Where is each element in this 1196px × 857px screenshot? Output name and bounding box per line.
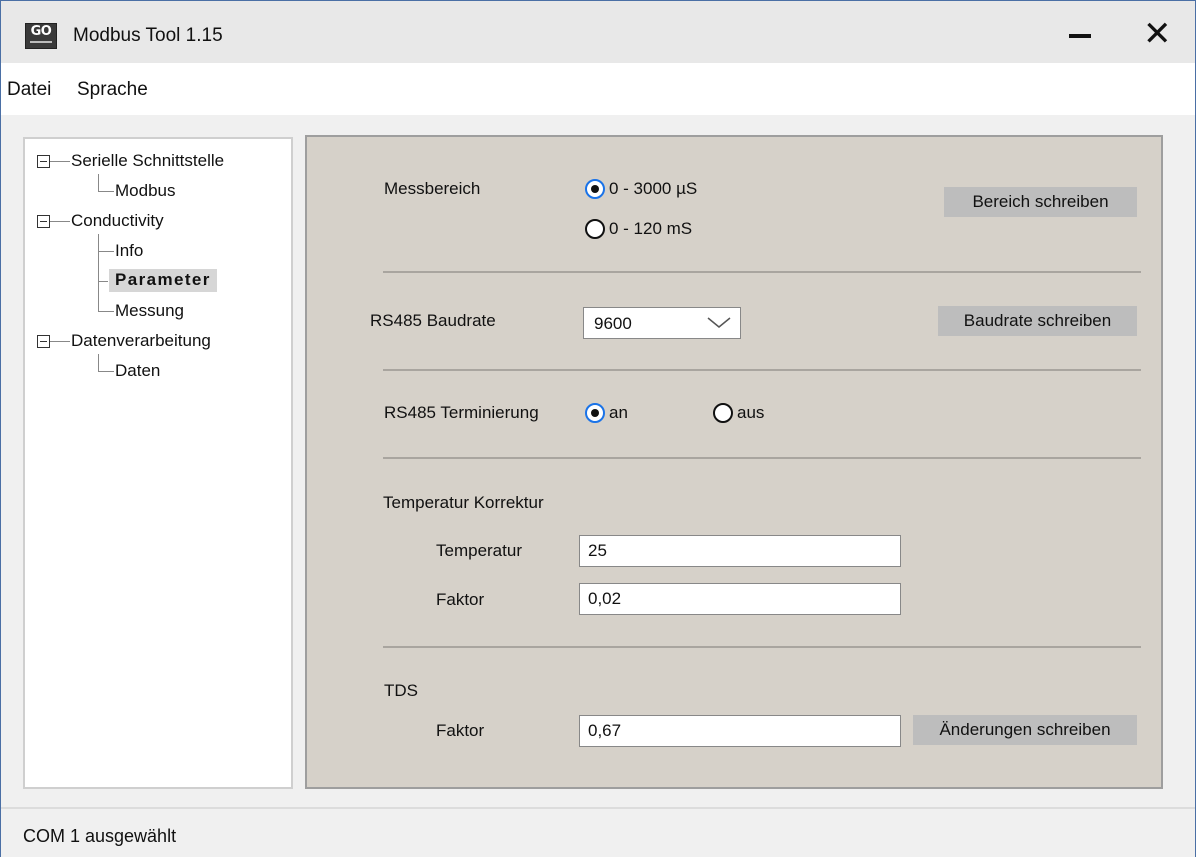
- bereich-schreiben-button[interactable]: Bereich schreiben: [944, 187, 1137, 217]
- tds-faktor-label: Faktor: [436, 721, 485, 740]
- aenderungen-schreiben-button[interactable]: Änderungen schreiben: [913, 715, 1137, 745]
- tree-connector: [98, 354, 99, 371]
- tree-item-datenverarbeitung[interactable]: Datenverarbeitung: [71, 331, 211, 351]
- baudrate-select[interactable]: 9600: [583, 307, 741, 339]
- terminierung-option-aus[interactable]: aus: [737, 403, 764, 423]
- baudrate-schreiben-button[interactable]: Baudrate schreiben: [938, 306, 1137, 336]
- tree-item-daten[interactable]: Daten: [115, 361, 160, 381]
- tree-connector: [50, 341, 70, 342]
- baudrate-label: RS485 Baudrate: [370, 311, 496, 330]
- window-title: Modbus Tool 1.15: [73, 25, 223, 46]
- tree-connector: [98, 371, 114, 372]
- status-bar: COM 1 ausgewählt: [1, 807, 1195, 857]
- parameter-panel: Messbereich 0 - 3000 µS 0 - 120 mS Berei…: [305, 135, 1163, 789]
- minimize-button[interactable]: [1069, 34, 1091, 38]
- terminierung-radio-an[interactable]: [585, 403, 605, 423]
- separator: [383, 271, 1141, 273]
- chevron-down-icon: [707, 317, 731, 328]
- baudrate-value: 9600: [594, 314, 632, 333]
- app-logo-underline: [30, 41, 52, 43]
- app-logo-text: GO: [30, 24, 52, 39]
- tree-connector: [98, 174, 99, 191]
- messbereich-radio-120ms[interactable]: [585, 219, 605, 239]
- temperatur-label: Temperatur: [436, 541, 522, 560]
- separator: [383, 369, 1141, 371]
- separator: [383, 457, 1141, 459]
- tree-connector: [98, 234, 99, 311]
- collapse-icon[interactable]: [37, 215, 50, 228]
- temperatur-faktor-input[interactable]: 0,02: [579, 583, 901, 615]
- tree-connector: [98, 251, 114, 252]
- temperatur-korrektur-heading: Temperatur Korrektur: [383, 493, 544, 512]
- title-bar[interactable]: GO Modbus Tool 1.15 ✕: [1, 1, 1195, 63]
- menu-sprache[interactable]: Sprache: [77, 79, 148, 101]
- app-window: GO Modbus Tool 1.15 ✕ Datei Sprache Seri…: [0, 0, 1196, 857]
- terminierung-option-an[interactable]: an: [609, 403, 628, 423]
- menu-datei[interactable]: Datei: [7, 79, 51, 101]
- tree-item-modbus[interactable]: Modbus: [115, 181, 175, 201]
- tree-connector: [50, 221, 70, 222]
- messbereich-label: Messbereich: [384, 179, 481, 198]
- app-logo: GO: [25, 23, 57, 49]
- tree-connector: [50, 161, 70, 162]
- collapse-icon[interactable]: [37, 155, 50, 168]
- tree-item-parameter[interactable]: Parameter: [109, 269, 217, 292]
- tree-connector: [98, 281, 108, 282]
- faktor-label: Faktor: [436, 590, 485, 609]
- messbereich-option-120ms[interactable]: 0 - 120 mS: [609, 219, 692, 239]
- menu-bar: Datei Sprache: [1, 63, 1195, 115]
- separator: [383, 646, 1141, 648]
- messbereich-radio-3000us[interactable]: [585, 179, 605, 199]
- tds-faktor-input[interactable]: 0,67: [579, 715, 901, 747]
- tree-item-messung[interactable]: Messung: [115, 301, 184, 321]
- messbereich-option-3000us[interactable]: 0 - 3000 µS: [609, 179, 697, 199]
- navigation-tree: Serielle Schnittstelle Modbus Conductivi…: [23, 137, 293, 789]
- tree-item-conductivity[interactable]: Conductivity: [71, 211, 164, 231]
- tree-item-serielle-schnittstelle[interactable]: Serielle Schnittstelle: [71, 151, 224, 171]
- tree-item-info[interactable]: Info: [115, 241, 143, 261]
- tree-connector: [98, 191, 114, 192]
- tds-heading: TDS: [384, 681, 418, 700]
- terminierung-label: RS485 Terminierung: [384, 403, 539, 422]
- temperatur-input[interactable]: 25: [579, 535, 901, 567]
- tree-connector: [98, 311, 114, 312]
- collapse-icon[interactable]: [37, 335, 50, 348]
- terminierung-radio-aus[interactable]: [713, 403, 733, 423]
- status-text: COM 1 ausgewählt: [23, 826, 177, 846]
- close-button[interactable]: ✕: [1143, 17, 1172, 51]
